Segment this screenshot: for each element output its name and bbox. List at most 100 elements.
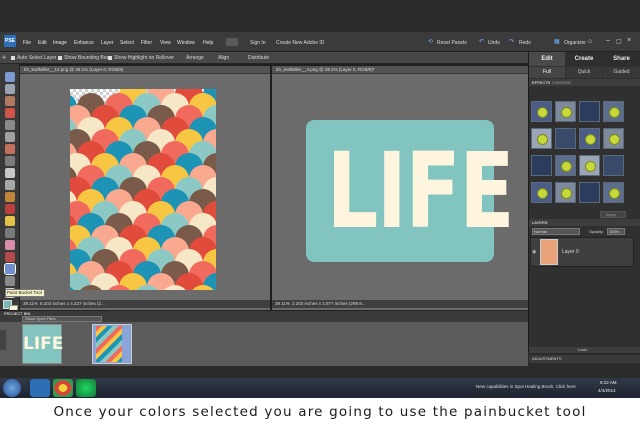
close-icon[interactable]: × (627, 37, 631, 44)
blend-mode-value: Normal (534, 229, 547, 234)
maximize-icon[interactable]: ▢ (616, 38, 622, 45)
effect-thumbnail[interactable] (579, 182, 600, 203)
tennis-ball-icon (537, 134, 548, 145)
content-tab[interactable]: CONTENT (552, 80, 571, 85)
effect-thumbnail[interactable] (579, 128, 600, 149)
tab-create[interactable]: Create (566, 52, 602, 66)
menu-file[interactable]: File (23, 40, 31, 46)
effects-grid (531, 101, 631, 211)
effect-thumbnail[interactable] (531, 155, 552, 176)
arrange-menu[interactable]: Arrange (186, 55, 204, 61)
document-tab-title: bh_leafMiller__4.png @ 39.1% (Layer 0, R… (276, 67, 375, 72)
tab-edit[interactable]: Edit (529, 52, 565, 66)
move-tool-icon: ✥ (2, 55, 7, 61)
effect-thumbnail[interactable] (603, 155, 624, 176)
effect-thumbnail[interactable] (531, 128, 552, 149)
highlight-checkbox[interactable] (108, 56, 112, 60)
spotify-taskbar-icon[interactable] (76, 379, 96, 397)
scales-pattern-canvas[interactable] (70, 89, 216, 290)
caption-text: Once your colors selected you are going … (53, 404, 587, 420)
tab-quick[interactable]: Quick (566, 67, 602, 78)
align-menu[interactable]: Align (218, 55, 229, 61)
clone-stamp-tool-icon[interactable] (5, 228, 15, 238)
lasso-tool-icon[interactable] (5, 132, 15, 142)
pencil-tool-icon[interactable] (5, 252, 15, 262)
layer-thumbnail (540, 239, 558, 265)
bounding-box-label: Show Bounding Box (64, 55, 110, 61)
eye-icon[interactable]: ◉ (532, 249, 536, 255)
menu-image[interactable]: Image (53, 40, 67, 46)
eyedropper-tool-icon[interactable] (5, 108, 15, 118)
recompose-tool-icon[interactable] (5, 192, 15, 202)
paint-bucket-tool-icon[interactable] (4, 263, 16, 275)
quick-selection-tool-icon[interactable] (5, 144, 15, 154)
menu-layer[interactable]: Layer (101, 40, 114, 46)
update-notice[interactable]: New capabilities in Spot Healing Brush. … (476, 384, 576, 389)
menu-help[interactable]: Help (203, 40, 213, 46)
undo-button[interactable]: Undo (488, 40, 500, 46)
brush-tool-icon[interactable] (5, 216, 15, 226)
menu-edit[interactable]: Edit (38, 40, 47, 46)
effect-thumbnail[interactable] (531, 182, 552, 203)
thumbnail-life[interactable]: LIFE (22, 324, 63, 364)
type-tool-icon[interactable] (5, 168, 15, 178)
organizer-button[interactable]: Organizer (564, 40, 586, 46)
auto-select-checkbox[interactable] (11, 56, 15, 60)
tab-full[interactable]: Full (529, 67, 565, 78)
tool-tooltip-text: Paint Bucket Tool (7, 290, 42, 295)
effect-thumbnail[interactable] (579, 155, 600, 176)
reset-panels-icon: ⟲ (428, 39, 434, 45)
effect-thumbnail[interactable] (603, 182, 624, 203)
tab-guided[interactable]: Guided (603, 67, 640, 78)
tennis-ball-icon (537, 188, 548, 199)
effect-thumbnail[interactable] (603, 101, 624, 122)
menu-window[interactable]: Window (177, 40, 195, 46)
tennis-ball-icon (609, 107, 620, 118)
distribute-menu[interactable]: Distribute (248, 55, 269, 61)
tennis-ball-icon (585, 134, 596, 145)
move-tool-icon[interactable] (5, 72, 15, 82)
hand-tool-icon[interactable] (5, 96, 15, 106)
gradient-tool-icon[interactable] (5, 276, 15, 286)
zoom-tool-icon[interactable] (5, 84, 15, 94)
effect-thumbnail[interactable] (555, 101, 576, 122)
layer-name: Layer 0 (562, 249, 579, 255)
effect-thumbnail[interactable] (555, 128, 576, 149)
red-eye-tool-icon[interactable] (5, 204, 15, 214)
clock-date: 4/4/2013 (598, 388, 616, 393)
auto-select-label: Auto Select Layer (17, 55, 57, 61)
start-button-icon[interactable] (3, 379, 21, 397)
undo-icon: ↶ (479, 39, 485, 45)
menu-select[interactable]: Select (120, 40, 134, 46)
sign-in-link[interactable]: Sign In (250, 40, 266, 46)
create-adobe-id-link[interactable]: Create New Adobe ID (276, 40, 324, 46)
magic-wand-tool-icon[interactable] (5, 156, 15, 166)
effect-thumbnail[interactable] (555, 155, 576, 176)
thumbnail-scales (96, 326, 122, 362)
bounding-box-checkbox[interactable] (58, 56, 62, 60)
layout-toggle-icon[interactable] (226, 38, 238, 46)
eraser-tool-icon[interactable] (5, 240, 15, 250)
effect-thumbnail[interactable] (531, 101, 552, 122)
photoshop-taskbar-icon[interactable] (30, 379, 50, 397)
effect-thumbnail[interactable] (579, 101, 600, 122)
marquee-tool-icon[interactable] (5, 120, 15, 130)
menu-filter[interactable]: Filter (141, 40, 152, 46)
document-tab-title: bh_leafMiller__12.png @ 39.1% (Layer 0, … (24, 67, 124, 72)
effects-tab[interactable]: EFFECTS (532, 80, 550, 85)
adjustments-label: ADJUSTMENTS (532, 356, 562, 361)
effect-thumbnail[interactable] (555, 182, 576, 203)
home-icon[interactable]: ⌂ (588, 38, 592, 45)
show-open-files-value: Show Open Files (25, 316, 56, 321)
effect-thumbnail[interactable] (603, 128, 624, 149)
redo-button[interactable]: Redo (519, 40, 531, 46)
menu-enhance[interactable]: Enhance (74, 40, 94, 46)
menu-view[interactable]: View (160, 40, 171, 46)
tab-share[interactable]: Share (603, 52, 640, 66)
reset-panels-button[interactable]: Reset Panels (437, 40, 467, 46)
crop-tool-icon[interactable] (5, 180, 15, 190)
project-bin-thumbnails (0, 322, 528, 366)
minimize-icon[interactable]: – (606, 37, 610, 44)
bin-scroll-handle[interactable] (0, 330, 6, 350)
chrome-taskbar-icon[interactable] (53, 379, 73, 397)
